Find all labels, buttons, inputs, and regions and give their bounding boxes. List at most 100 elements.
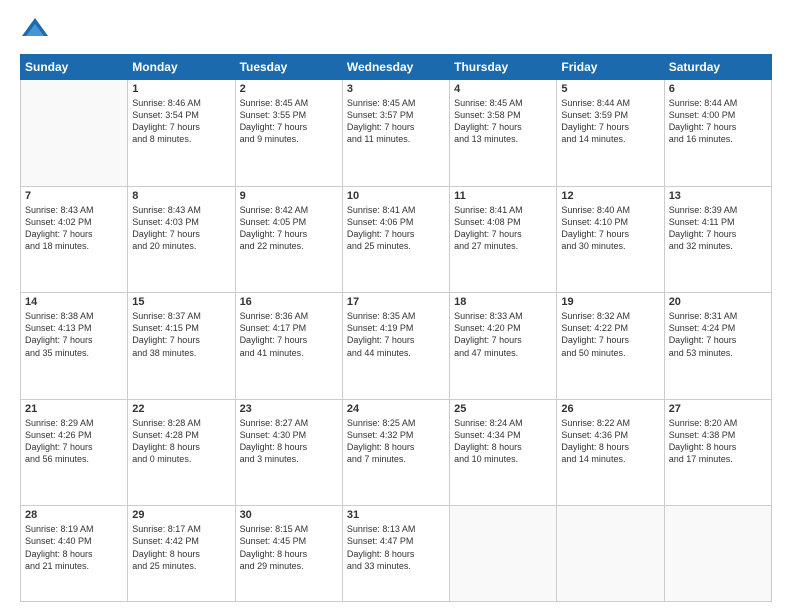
day-number: 31 (347, 509, 445, 521)
calendar-cell: 11 Sunrise: 8:41 AM Sunset: 4:08 PM Dayli… (450, 186, 557, 293)
day-info: Sunrise: 8:25 AM Sunset: 4:32 PM Dayligh… (347, 417, 445, 466)
day-info: Sunrise: 8:35 AM Sunset: 4:19 PM Dayligh… (347, 310, 445, 359)
day-info: Sunrise: 8:27 AM Sunset: 4:30 PM Dayligh… (240, 417, 338, 466)
day-info: Sunrise: 8:15 AM Sunset: 4:45 PM Dayligh… (240, 523, 338, 572)
calendar-header-friday: Friday (557, 55, 664, 80)
calendar-cell: 20Sunrise: 8:31 AM Sunset: 4:24 PM Dayli… (664, 293, 771, 400)
calendar-cell: 14 Sunrise: 8:38 AM Sunset: 4:13 PM Dayli… (21, 293, 128, 400)
day-number: 18 (454, 296, 552, 308)
day-number: 3 (347, 83, 445, 95)
day-info: Sunrise: 8:45 AM Sunset: 3:57 PM Dayligh… (347, 97, 445, 146)
day-info: Sunrise: 8:17 AM Sunset: 4:42 PM Dayligh… (132, 523, 230, 572)
calendar-cell: 13 Sunrise: 8:39 AM Sunset: 4:11 PM Dayli… (664, 186, 771, 293)
day-info: Sunrise: 8:41 AM Sunset: 4:08 PM Dayligh… (454, 204, 552, 253)
day-number: 14 (25, 296, 123, 308)
calendar-cell: 21Sunrise: 8:29 AM Sunset: 4:26 PM Dayli… (21, 399, 128, 506)
day-number: 7 (25, 190, 123, 202)
calendar-cell: 16 Sunrise: 8:36 AM Sunset: 4:17 PM Dayli… (235, 293, 342, 400)
calendar-cell: 23 Sunrise: 8:27 AM Sunset: 4:30 PM Dayli… (235, 399, 342, 506)
day-info: Sunrise: 8:13 AM Sunset: 4:47 PM Dayligh… (347, 523, 445, 572)
calendar-header-saturday: Saturday (664, 55, 771, 80)
day-number: 10 (347, 190, 445, 202)
day-info: Sunrise: 8:28 AM Sunset: 4:28 PM Dayligh… (132, 417, 230, 466)
logo (20, 16, 54, 46)
calendar-cell: 29 Sunrise: 8:17 AM Sunset: 4:42 PM Dayli… (128, 506, 235, 602)
calendar-header-sunday: Sunday (21, 55, 128, 80)
calendar-week-3: 14 Sunrise: 8:38 AM Sunset: 4:13 PM Dayli… (21, 293, 772, 400)
calendar-header-row: SundayMondayTuesdayWednesdayThursdayFrid… (21, 55, 772, 80)
calendar-cell: 7 Sunrise: 8:43 AM Sunset: 4:02 PM Daylig… (21, 186, 128, 293)
calendar-cell: 31 Sunrise: 8:13 AM Sunset: 4:47 PM Dayli… (342, 506, 449, 602)
calendar-cell: 12Sunrise: 8:40 AM Sunset: 4:10 PM Dayli… (557, 186, 664, 293)
day-info: Sunrise: 8:36 AM Sunset: 4:17 PM Dayligh… (240, 310, 338, 359)
day-number: 6 (669, 83, 767, 95)
day-number: 11 (454, 190, 552, 202)
day-info: Sunrise: 8:39 AM Sunset: 4:11 PM Dayligh… (669, 204, 767, 253)
calendar-header-monday: Monday (128, 55, 235, 80)
day-info: Sunrise: 8:32 AM Sunset: 4:22 PM Dayligh… (561, 310, 659, 359)
calendar-cell: 3 Sunrise: 8:45 AM Sunset: 3:57 PM Daylig… (342, 80, 449, 187)
day-info: Sunrise: 8:20 AM Sunset: 4:38 PM Dayligh… (669, 417, 767, 466)
day-number: 26 (561, 403, 659, 415)
day-info: Sunrise: 8:44 AM Sunset: 4:00 PM Dayligh… (669, 97, 767, 146)
calendar-cell: 18 Sunrise: 8:33 AM Sunset: 4:20 PM Dayli… (450, 293, 557, 400)
logo-icon (20, 16, 50, 46)
calendar-week-5: 28 Sunrise: 8:19 AM Sunset: 4:40 PM Dayli… (21, 506, 772, 602)
day-info: Sunrise: 8:33 AM Sunset: 4:20 PM Dayligh… (454, 310, 552, 359)
day-number: 29 (132, 509, 230, 521)
calendar-cell: 2Sunrise: 8:45 AM Sunset: 3:55 PM Daylig… (235, 80, 342, 187)
day-number: 23 (240, 403, 338, 415)
calendar-header-tuesday: Tuesday (235, 55, 342, 80)
day-info: Sunrise: 8:45 AM Sunset: 3:58 PM Dayligh… (454, 97, 552, 146)
day-number: 22 (132, 403, 230, 415)
day-info: Sunrise: 8:19 AM Sunset: 4:40 PM Dayligh… (25, 523, 123, 572)
day-number: 30 (240, 509, 338, 521)
day-number: 28 (25, 509, 123, 521)
day-info: Sunrise: 8:37 AM Sunset: 4:15 PM Dayligh… (132, 310, 230, 359)
calendar-cell: 19Sunrise: 8:32 AM Sunset: 4:22 PM Dayli… (557, 293, 664, 400)
day-info: Sunrise: 8:43 AM Sunset: 4:02 PM Dayligh… (25, 204, 123, 253)
calendar-cell (664, 506, 771, 602)
calendar-cell: 22 Sunrise: 8:28 AM Sunset: 4:28 PM Dayli… (128, 399, 235, 506)
day-number: 13 (669, 190, 767, 202)
header (20, 16, 772, 46)
calendar-cell: 1 Sunrise: 8:46 AM Sunset: 3:54 PM Daylig… (128, 80, 235, 187)
day-info: Sunrise: 8:42 AM Sunset: 4:05 PM Dayligh… (240, 204, 338, 253)
day-number: 1 (132, 83, 230, 95)
day-info: Sunrise: 8:38 AM Sunset: 4:13 PM Dayligh… (25, 310, 123, 359)
calendar-week-4: 21Sunrise: 8:29 AM Sunset: 4:26 PM Dayli… (21, 399, 772, 506)
day-number: 24 (347, 403, 445, 415)
day-number: 4 (454, 83, 552, 95)
calendar-cell (21, 80, 128, 187)
calendar-header-wednesday: Wednesday (342, 55, 449, 80)
calendar-week-2: 7 Sunrise: 8:43 AM Sunset: 4:02 PM Daylig… (21, 186, 772, 293)
day-info: Sunrise: 8:46 AM Sunset: 3:54 PM Dayligh… (132, 97, 230, 146)
day-number: 5 (561, 83, 659, 95)
day-number: 2 (240, 83, 338, 95)
calendar-cell: 5 Sunrise: 8:44 AM Sunset: 3:59 PM Daylig… (557, 80, 664, 187)
day-number: 8 (132, 190, 230, 202)
day-info: Sunrise: 8:40 AM Sunset: 4:10 PM Dayligh… (561, 204, 659, 253)
calendar-cell: 17 Sunrise: 8:35 AM Sunset: 4:19 PM Dayli… (342, 293, 449, 400)
day-number: 9 (240, 190, 338, 202)
calendar-cell: 10Sunrise: 8:41 AM Sunset: 4:06 PM Dayli… (342, 186, 449, 293)
day-info: Sunrise: 8:24 AM Sunset: 4:34 PM Dayligh… (454, 417, 552, 466)
page: SundayMondayTuesdayWednesdayThursdayFrid… (0, 0, 792, 612)
calendar-cell: 25Sunrise: 8:24 AM Sunset: 4:34 PM Dayli… (450, 399, 557, 506)
day-info: Sunrise: 8:43 AM Sunset: 4:03 PM Dayligh… (132, 204, 230, 253)
calendar-cell: 9 Sunrise: 8:42 AM Sunset: 4:05 PM Daylig… (235, 186, 342, 293)
calendar-cell: 26Sunrise: 8:22 AM Sunset: 4:36 PM Dayli… (557, 399, 664, 506)
day-info: Sunrise: 8:29 AM Sunset: 4:26 PM Dayligh… (25, 417, 123, 466)
day-number: 15 (132, 296, 230, 308)
calendar-cell: 27Sunrise: 8:20 AM Sunset: 4:38 PM Dayli… (664, 399, 771, 506)
calendar-cell: 4 Sunrise: 8:45 AM Sunset: 3:58 PM Daylig… (450, 80, 557, 187)
day-number: 17 (347, 296, 445, 308)
calendar-cell (450, 506, 557, 602)
calendar-cell: 15 Sunrise: 8:37 AM Sunset: 4:15 PM Dayli… (128, 293, 235, 400)
day-info: Sunrise: 8:44 AM Sunset: 3:59 PM Dayligh… (561, 97, 659, 146)
calendar-header-thursday: Thursday (450, 55, 557, 80)
calendar-cell: 8 Sunrise: 8:43 AM Sunset: 4:03 PM Daylig… (128, 186, 235, 293)
day-number: 16 (240, 296, 338, 308)
calendar-table: SundayMondayTuesdayWednesdayThursdayFrid… (20, 54, 772, 602)
calendar-week-1: 1 Sunrise: 8:46 AM Sunset: 3:54 PM Daylig… (21, 80, 772, 187)
